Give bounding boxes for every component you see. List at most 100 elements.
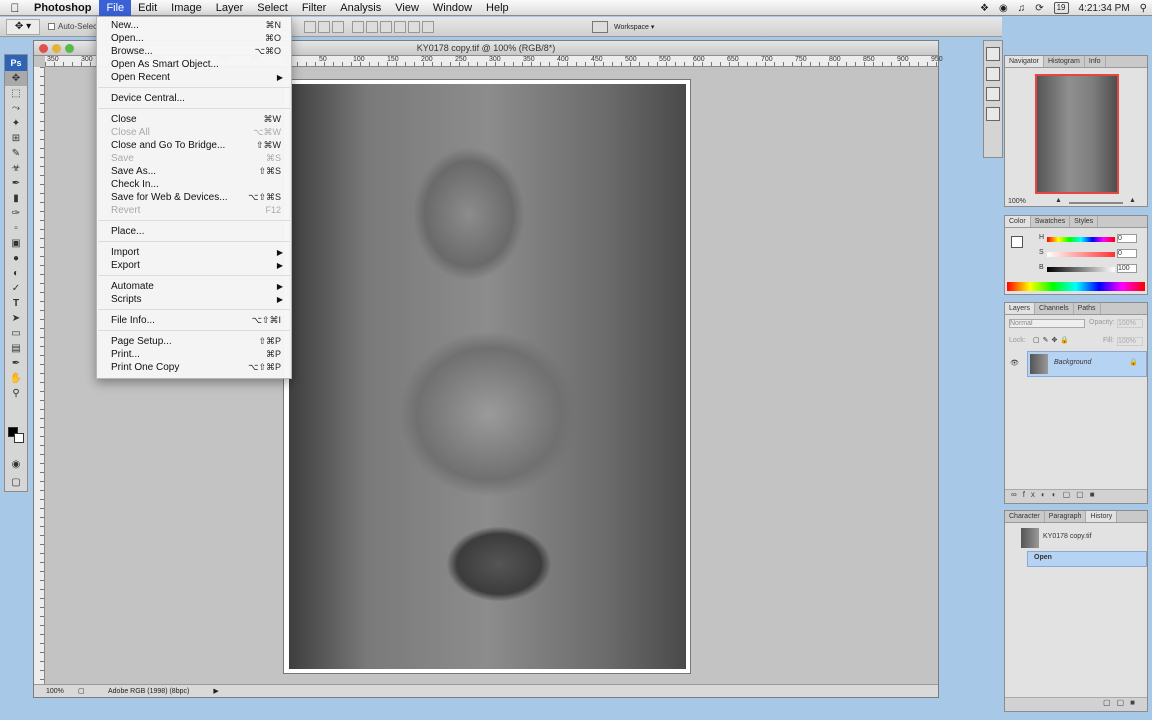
align-top-button[interactable] [303, 20, 316, 33]
eraser-tool-icon[interactable]: ▫ [5, 221, 27, 236]
gradient-tool-icon[interactable]: ▣ [5, 236, 27, 251]
menu-select[interactable]: Select [250, 0, 295, 16]
path-selection-tool-icon[interactable]: ➤ [5, 311, 27, 326]
ps-logo[interactable]: Ps [5, 55, 27, 71]
layer-row-background[interactable]: Background 🔒 [1027, 351, 1147, 377]
blur-tool-icon[interactable]: ● [5, 251, 27, 266]
tab-layers[interactable]: Layers [1005, 303, 1036, 314]
notes-tool-icon[interactable]: ▤ [5, 341, 27, 356]
s-value-field[interactable]: 0 [1117, 249, 1137, 258]
zoom-tool-icon[interactable]: ⚲ [5, 386, 27, 401]
menu-item-browse[interactable]: Browse... ⌥⌘O [97, 45, 291, 58]
distribute-middle-button[interactable] [365, 20, 378, 33]
menu-item-device-central[interactable]: Device Central... [97, 92, 291, 105]
wifi-icon[interactable]: ◉ [999, 3, 1008, 14]
tab-character[interactable]: Character [1005, 511, 1045, 522]
h-value-field[interactable]: 0 [1117, 234, 1137, 243]
menu-analysis[interactable]: Analysis [333, 0, 388, 16]
tab-channels[interactable]: Channels [1035, 303, 1074, 314]
palette-well-icon[interactable] [592, 20, 608, 33]
shape-tool-icon[interactable]: ▭ [5, 326, 27, 341]
fill-field[interactable]: 100% [1117, 337, 1143, 346]
menu-item-print-one-copy[interactable]: Print One Copy ⌥⇧⌘P [97, 361, 291, 374]
workspace-switcher[interactable]: Workspace ▾ [592, 19, 654, 34]
tab-history[interactable]: History [1086, 511, 1118, 522]
clone-stamp-tool-icon[interactable]: ▮ [5, 191, 27, 206]
close-window-icon[interactable] [39, 44, 48, 53]
h-slider[interactable] [1047, 237, 1115, 242]
eyedropper-tool-icon[interactable]: ✒ [5, 356, 27, 371]
healing-brush-tool-icon[interactable]: ☣ [5, 161, 27, 176]
spotlight-icon[interactable]: ⚲ [1140, 3, 1147, 14]
zoom-slider[interactable] [1069, 202, 1123, 204]
type-tool-icon[interactable]: T [5, 296, 27, 311]
brush-tool-icon[interactable]: ✒ [5, 176, 27, 191]
menu-item-save-for-web-devices[interactable]: Save for Web & Devices... ⌥⇧⌘S [97, 191, 291, 204]
b-slider[interactable] [1047, 267, 1115, 272]
menu-layer[interactable]: Layer [209, 0, 251, 16]
clone-source-icon[interactable] [986, 87, 1000, 101]
menu-item-close-and-go-to-bridge[interactable]: Close and Go To Bridge... ⇧⌘W [97, 139, 291, 152]
layer-visibility-eye-icon[interactable]: 👁 [1010, 359, 1019, 367]
layers-footer-buttons[interactable]: ∞fx◐◐▢▢■ [1005, 489, 1147, 503]
screen-mode-icon[interactable]: ▢ [5, 475, 27, 490]
menu-item-open-recent[interactable]: Open Recent ▶ [97, 71, 291, 84]
tab-paragraph[interactable]: Paragraph [1045, 511, 1087, 522]
menu-window[interactable]: Window [426, 0, 479, 16]
menu-view[interactable]: View [388, 0, 426, 16]
lock-buttons[interactable]: ▢✎✥🔒 [1033, 336, 1072, 344]
dropbox-icon[interactable]: ❖ [980, 3, 989, 14]
menu-item-new[interactable]: New... ⌘N [97, 19, 291, 32]
distribute-bottom-button[interactable] [379, 20, 392, 33]
volume-icon[interactable]: ♫ [1018, 3, 1026, 14]
menu-item-scripts[interactable]: Scripts ▶ [97, 293, 291, 306]
distribute-left-button[interactable] [393, 20, 406, 33]
tab-histogram[interactable]: Histogram [1044, 56, 1085, 67]
magic-wand-tool-icon[interactable]: ✦ [5, 116, 27, 131]
s-slider[interactable] [1047, 252, 1115, 257]
lasso-tool-icon[interactable]: ⤳ [5, 101, 27, 116]
menu-help[interactable]: Help [479, 0, 516, 16]
tab-paths[interactable]: Paths [1074, 303, 1101, 314]
zoom-in-icon[interactable]: ▲ [1129, 197, 1136, 204]
history-footer-buttons[interactable]: ▢▢■ [1005, 697, 1147, 711]
menu-image[interactable]: Image [164, 0, 209, 16]
marquee-tool-icon[interactable]: ⬚ [5, 86, 27, 101]
tab-styles[interactable]: Styles [1070, 216, 1099, 227]
opacity-field[interactable]: 100% [1117, 319, 1143, 328]
zoom-window-icon[interactable] [65, 44, 74, 53]
hand-tool-icon[interactable]: ✋ [5, 371, 27, 386]
history-brush-tool-icon[interactable]: ✑ [5, 206, 27, 221]
tab-info[interactable]: Info [1085, 56, 1106, 67]
brushes-icon[interactable] [986, 67, 1000, 81]
zoom-level-field[interactable]: 100% [46, 688, 72, 695]
menu-item-file-info[interactable]: File Info... ⌥⇧⌘I [97, 314, 291, 327]
menu-item-export[interactable]: Export ▶ [97, 259, 291, 272]
layer-comps-icon[interactable] [986, 107, 1000, 121]
vertical-ruler[interactable] [34, 67, 45, 684]
menu-item-automate[interactable]: Automate ▶ [97, 280, 291, 293]
app-menu[interactable]: Photoshop [30, 2, 99, 14]
history-state-row[interactable]: Open [1027, 551, 1147, 567]
tab-color[interactable]: Color [1005, 216, 1031, 227]
status-menu-arrow-icon[interactable]: ▶ [213, 687, 218, 695]
history-snapshot-row[interactable]: KY0178 copy.tif [1005, 527, 1147, 549]
crop-tool-icon[interactable]: ⊞ [5, 131, 27, 146]
menu-item-check-in[interactable]: Check In... [97, 178, 291, 191]
menu-file[interactable]: File [99, 0, 132, 16]
menu-item-open[interactable]: Open... ⌘O [97, 32, 291, 45]
color-foreground-swatch[interactable] [1011, 236, 1023, 248]
menu-item-open-as-smart-object[interactable]: Open As Smart Object... [97, 58, 291, 71]
slice-tool-icon[interactable]: ✎ [5, 146, 27, 161]
color-ramp[interactable] [1007, 282, 1145, 291]
tab-swatches[interactable]: Swatches [1031, 216, 1071, 227]
apple-menu-icon[interactable]:  [0, 1, 30, 15]
align-middle-button[interactable] [317, 20, 330, 33]
menu-item-import[interactable]: Import ▶ [97, 246, 291, 259]
navigator-zoom-value[interactable]: 100% [1008, 198, 1026, 205]
tool-presets-icon[interactable] [986, 47, 1000, 61]
align-bottom-button[interactable] [331, 20, 344, 33]
tab-navigator[interactable]: Navigator [1005, 56, 1044, 67]
canvas[interactable] [283, 79, 691, 674]
move-tool-icon[interactable]: ✥ [5, 71, 27, 86]
